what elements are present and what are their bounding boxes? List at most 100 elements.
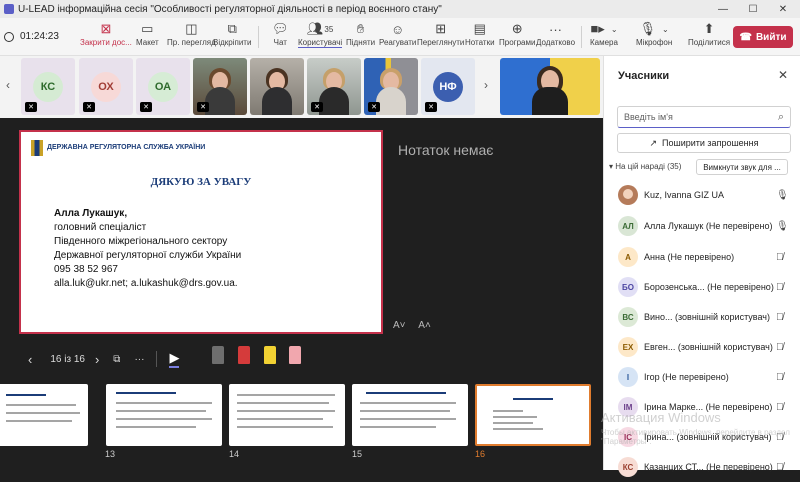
participant-tile[interactable]: НФ ✕ — [421, 58, 475, 115]
slide-thumbnail[interactable] — [229, 384, 345, 446]
share-invite-button[interactable]: ↗ Поширити запрошення — [617, 133, 791, 153]
video-person-body — [532, 87, 568, 115]
notes-button[interactable]: ▤ Нотатки — [465, 20, 495, 54]
participant-name: Евген... (зовнішній користувач) — [644, 342, 773, 352]
chat-button[interactable]: 💬︎ Чат — [272, 20, 289, 54]
thumb-line — [116, 426, 196, 428]
mic-off-icon: ✕ — [311, 102, 323, 112]
prev-slide-icon[interactable]: ‹ — [28, 352, 32, 367]
eraser-tool-icon[interactable] — [289, 346, 301, 364]
participant-video-tile[interactable] — [250, 58, 304, 115]
camera-options-chevron-icon: ⌄ — [610, 24, 618, 34]
participant-video-tile[interactable]: ✕ — [307, 58, 361, 115]
windows-activation-subtext: Чтобы активировать Windows, перейдите в … — [601, 428, 790, 446]
share-link-icon: ↗ — [649, 137, 658, 148]
avatar — [618, 185, 638, 205]
thumb-line — [6, 404, 76, 406]
participant-tile[interactable]: ОХ ✕ — [79, 58, 133, 115]
participant-tile[interactable]: КС ✕ — [21, 58, 75, 115]
raise-hand-button[interactable]: ✋︎ Підняти — [346, 20, 375, 54]
speaker-video-tile[interactable] — [500, 58, 600, 115]
react-button[interactable]: ☺ Реагувати — [379, 20, 416, 54]
red-pen-tool-icon[interactable] — [238, 346, 250, 364]
participant-row[interactable]: ВС Вино... (зовнішній користувач) 🎙̸ — [604, 302, 800, 332]
slide-thumbnail[interactable] — [106, 384, 222, 446]
grid-view-icon[interactable]: ⧉ — [113, 354, 120, 365]
participant-name: Борозенська... (Не перевірено) — [644, 282, 774, 292]
mic-off-icon: 🎙̸ — [776, 251, 784, 263]
video-person-body — [205, 87, 235, 115]
mute-all-button[interactable]: Вимкнути звук для ... — [696, 159, 788, 175]
video-person-body — [376, 87, 406, 115]
mic-on-icon: 🎙︎ — [776, 189, 789, 201]
slide-thumbnail[interactable] — [352, 384, 468, 446]
window-titlebar: U-LEAD інформаційна сесія "Особливості р… — [0, 0, 800, 18]
avatar: А — [618, 247, 638, 267]
thumbnail-number: 13 — [105, 449, 116, 459]
windows-activation-watermark: Активация Windows — [601, 410, 721, 425]
popout-button[interactable]: ⧉ Відкріпити — [213, 20, 251, 54]
apps-button[interactable]: ⊕ Програми — [499, 20, 535, 54]
thumb-line — [116, 402, 212, 404]
participant-row[interactable]: АЛ Алла Лукашук (Не перевірено) 🎙︎ — [604, 211, 800, 241]
more-options-icon[interactable]: ··· — [134, 354, 144, 365]
participant-video-tile[interactable]: ✕ — [364, 58, 418, 115]
participant-row[interactable]: А Анна (Не перевірено) 🎙̸ — [604, 242, 800, 272]
participant-search-input[interactable]: Введіть ім'я ⌕ — [617, 106, 791, 128]
layout-icon: ▭ — [141, 21, 154, 36]
thumb-line — [366, 392, 446, 394]
stop-sharing-button[interactable]: ⊠ Закрити дос... — [80, 20, 132, 54]
video-person-body — [262, 87, 292, 115]
maximize-button[interactable]: ☐ — [738, 0, 768, 18]
preview-button[interactable]: ◫ Пр. перегляд — [167, 20, 216, 54]
thumb-line — [493, 428, 543, 430]
strip-next-arrow-icon[interactable]: › — [484, 78, 488, 92]
microphone-button[interactable]: 🎙︎ ⌄ Мікрофон — [636, 20, 672, 54]
mic-off-icon: ✕ — [368, 102, 380, 112]
participant-row[interactable]: КС Казанцих СТ... (Не перевірено) 🎙̸ — [604, 452, 800, 482]
camera-button[interactable]: ■▸ ⌄ Камера — [590, 20, 618, 54]
slide-contact-line: Державної регуляторної служби України — [54, 250, 242, 261]
minimize-button[interactable]: — — [708, 0, 738, 18]
share-button[interactable]: ⬆ Поділитися — [688, 20, 730, 54]
slide-thumbnail[interactable] — [0, 384, 88, 446]
thumb-line — [6, 420, 72, 422]
next-slide-icon[interactable]: › — [95, 352, 99, 367]
view-icon: ⊞ — [435, 21, 447, 36]
window-title: U-LEAD інформаційна сесія "Особливості р… — [18, 3, 442, 15]
font-decrease-button[interactable]: A˅ — [393, 320, 406, 331]
search-placeholder: Введіть ім'я — [624, 112, 673, 122]
thumb-line — [360, 402, 456, 404]
close-icon[interactable]: ✕ — [778, 68, 788, 82]
participant-row[interactable]: Kuz, Ivanna GIZ UA 🎙︎ — [604, 180, 800, 210]
pen-tool-icon[interactable] — [212, 346, 224, 364]
more-button[interactable]: ··· Додатково — [536, 20, 575, 54]
view-button[interactable]: ⊞ Переглянути — [417, 20, 464, 54]
participants-panel: Учасники ✕ Введіть ім'я ⌕ ↗ Поширити зап… — [603, 56, 800, 477]
participant-video-tile[interactable]: ✕ — [193, 58, 247, 115]
layout-button[interactable]: ▭ Макет — [136, 20, 159, 54]
popout-icon: ⧉ — [227, 21, 237, 36]
font-increase-button[interactable]: A˄ — [418, 320, 431, 331]
in-meeting-section-toggle[interactable]: ▾ На цій нараді (35) — [609, 162, 681, 171]
mic-off-icon: ✕ — [197, 102, 209, 112]
strip-prev-arrow-icon[interactable]: ‹ — [6, 78, 10, 92]
highlighter-tool-icon[interactable] — [264, 346, 276, 364]
panel-title: Учасники — [618, 70, 670, 82]
current-slide: ДЕРЖАВНА РЕГУЛЯТОРНА СЛУЖБА УКРАЇНИ ДЯКУ… — [19, 130, 383, 334]
participant-row[interactable]: ЕХ Евген... (зовнішній користувач) 🎙̸ — [604, 332, 800, 362]
thumb-line — [493, 422, 533, 424]
timer-text: 01:24:23 — [20, 31, 59, 42]
slide-contact-phone: 095 38 52 967 — [54, 264, 118, 275]
slide-thumbnail-current[interactable] — [475, 384, 591, 446]
participant-row[interactable]: І Ігор (Не перевірено) 🎙̸ — [604, 362, 800, 392]
avatar-photo — [623, 188, 633, 199]
close-window-button[interactable]: ✕ — [768, 0, 798, 18]
meeting-toolbar: 01:24:23 ⊠ Закрити дос... ▭ Макет ◫ Пр. … — [0, 18, 800, 56]
people-button[interactable]: 👥︎ 35 Користувачі — [298, 20, 343, 54]
pointer-tool-icon[interactable]: ▶ — [169, 350, 180, 368]
leave-button[interactable]: ☎ Вийти — [733, 26, 793, 48]
mic-off-icon: ✕ — [25, 102, 37, 112]
participant-tile[interactable]: ОА ✕ — [136, 58, 190, 115]
participant-row[interactable]: БО Борозенська... (Не перевірено) 🎙̸ — [604, 272, 800, 302]
